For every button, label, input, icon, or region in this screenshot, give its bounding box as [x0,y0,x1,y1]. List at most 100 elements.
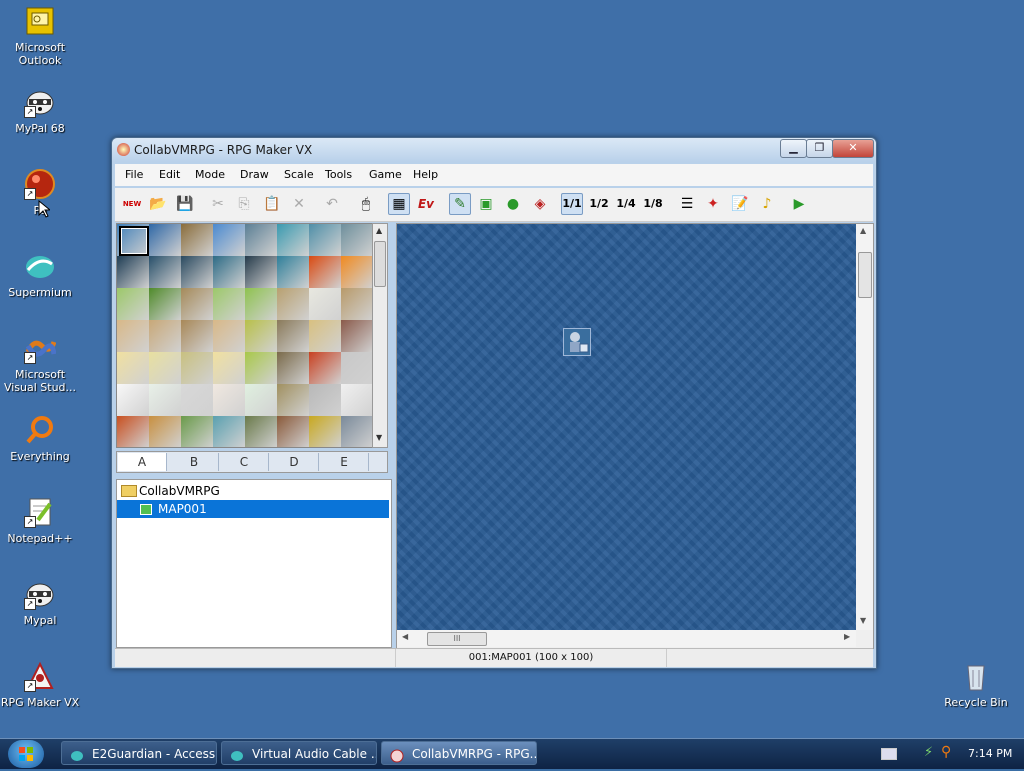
material-manager-icon[interactable]: ✦ [702,193,724,215]
script-editor-icon[interactable]: 📝 [729,193,751,215]
tile-swatch[interactable] [181,320,213,352]
tileset-palette[interactable] [116,223,375,448]
tile-swatch[interactable] [341,288,373,320]
map-vertical-scrollbar[interactable]: ▲ ▼ [856,224,873,630]
tile-swatch[interactable] [245,352,277,384]
tile-swatch[interactable] [245,320,277,352]
tile-swatch[interactable] [181,384,213,416]
tile-swatch[interactable] [309,224,341,256]
scale-1-8-button[interactable]: 1/8 [642,193,664,215]
pencil-icon[interactable]: ✎ [449,193,471,215]
tile-swatch[interactable] [117,416,149,447]
tile-swatch[interactable] [213,256,245,288]
desktop-icon-supermium[interactable]: Supermium [0,250,80,299]
tile-swatch[interactable] [117,320,149,352]
tile-swatch[interactable] [277,320,309,352]
tile-swatch[interactable] [181,416,213,447]
scale-1-1-button[interactable]: 1/1 [561,193,583,215]
clock[interactable]: 7:14 PM [968,747,1012,760]
tile-swatch[interactable] [277,416,309,447]
tile-swatch[interactable] [245,416,277,447]
play-test-icon[interactable]: ▶ [788,193,810,215]
network-icon[interactable]: ⚡ [924,745,933,760]
scroll-down-icon[interactable]: ▼ [376,433,382,442]
new-project-button[interactable]: NEW [121,193,143,215]
undo-icon[interactable]: ↶ [321,193,343,215]
tile-swatch[interactable] [181,256,213,288]
tile-swatch[interactable] [277,256,309,288]
delete-icon[interactable]: ✕ [288,193,310,215]
desktop-icon-mypal68[interactable]: ↗ MyPal 68 [0,86,80,135]
scroll-thumb[interactable]: III [427,632,487,646]
map-canvas[interactable] [397,224,856,630]
tile-swatch[interactable] [181,224,213,256]
tile-swatch[interactable] [309,288,341,320]
tile-swatch[interactable] [341,224,373,256]
desktop-icon-rpgmaker[interactable]: ↗ RPG Maker VX [0,660,80,709]
menu-edit[interactable]: Edit [159,168,180,181]
tab-b[interactable]: B [170,453,219,471]
close-button[interactable]: ✕ [832,139,874,158]
tile-swatch[interactable] [277,288,309,320]
tile-swatch[interactable] [149,416,181,447]
tile-swatch[interactable] [277,352,309,384]
tile-swatch[interactable] [149,352,181,384]
tile-swatch[interactable] [341,384,373,416]
mouse-mode-icon[interactable]: 🖱 [355,193,377,215]
scale-1-4-button[interactable]: 1/4 [615,193,637,215]
tree-project-row[interactable]: CollabVMRPG [117,482,389,500]
scale-1-2-button[interactable]: 1/2 [588,193,610,215]
title-bar[interactable]: CollabVMRPG - RPG Maker VX ▁ ❐ ✕ [112,138,876,162]
tile-swatch[interactable] [309,256,341,288]
tile-swatch[interactable] [181,352,213,384]
sound-test-icon[interactable]: ♪ [756,193,778,215]
tile-swatch[interactable] [309,384,341,416]
tile-swatch[interactable] [117,352,149,384]
tile-swatch[interactable] [149,320,181,352]
menu-file[interactable]: File [125,168,143,181]
menu-game[interactable]: Game [369,168,402,181]
tile-swatch[interactable] [245,256,277,288]
desktop-icon-visual-studio[interactable]: ↗ Microsoft Visual Stud... [0,332,80,394]
minimize-button[interactable]: ▁ [780,139,807,158]
tab-a[interactable]: A [118,453,167,471]
paste-icon[interactable]: 📋 [261,193,283,215]
fill-icon[interactable]: ◈ [529,193,551,215]
tile-swatch[interactable] [213,224,245,256]
tile-swatch[interactable] [245,224,277,256]
scroll-right-icon[interactable]: ▶ [844,632,850,641]
tile-swatch[interactable] [117,384,149,416]
tile-swatch[interactable] [149,288,181,320]
tile-swatch[interactable] [341,416,373,447]
tile-swatch[interactable] [341,256,373,288]
copy-icon[interactable]: ⎘ [233,193,255,215]
tile-swatch[interactable] [117,288,149,320]
scroll-thumb[interactable] [374,241,386,287]
cut-icon[interactable]: ✂ [207,193,229,215]
keyboard-icon[interactable] [881,748,897,760]
scroll-up-icon[interactable]: ▲ [376,226,382,235]
ellipse-icon[interactable]: ● [502,193,524,215]
events-layer-button[interactable]: Ev [415,193,437,215]
scroll-thumb[interactable] [858,252,872,298]
menu-help[interactable]: Help [413,168,438,181]
menu-scale[interactable]: Scale [284,168,314,181]
tab-d[interactable]: D [270,453,319,471]
tile-swatch[interactable] [309,352,341,384]
map-horizontal-scrollbar[interactable]: ◀ III ▶ [397,630,856,647]
menu-mode[interactable]: Mode [195,168,225,181]
tile-swatch[interactable] [213,384,245,416]
tile-swatch[interactable] [213,288,245,320]
tile-swatch[interactable] [149,384,181,416]
tile-swatch[interactable] [149,256,181,288]
desktop-icon-outlook[interactable]: Microsoft Outlook [0,5,80,67]
save-icon[interactable]: 💾 [174,193,196,215]
tab-c[interactable]: C [220,453,269,471]
start-button[interactable] [8,740,44,768]
open-folder-icon[interactable]: 📂 [147,193,169,215]
task-e2guardian[interactable]: E2Guardian - Access... [61,741,217,765]
search-icon[interactable]: ⚲ [941,744,951,760]
desktop-icon-mypal[interactable]: ↗ Mypal [0,578,80,627]
tile-swatch[interactable] [245,384,277,416]
desktop-icon-recycle-bin[interactable]: Recycle Bin [936,660,1016,709]
